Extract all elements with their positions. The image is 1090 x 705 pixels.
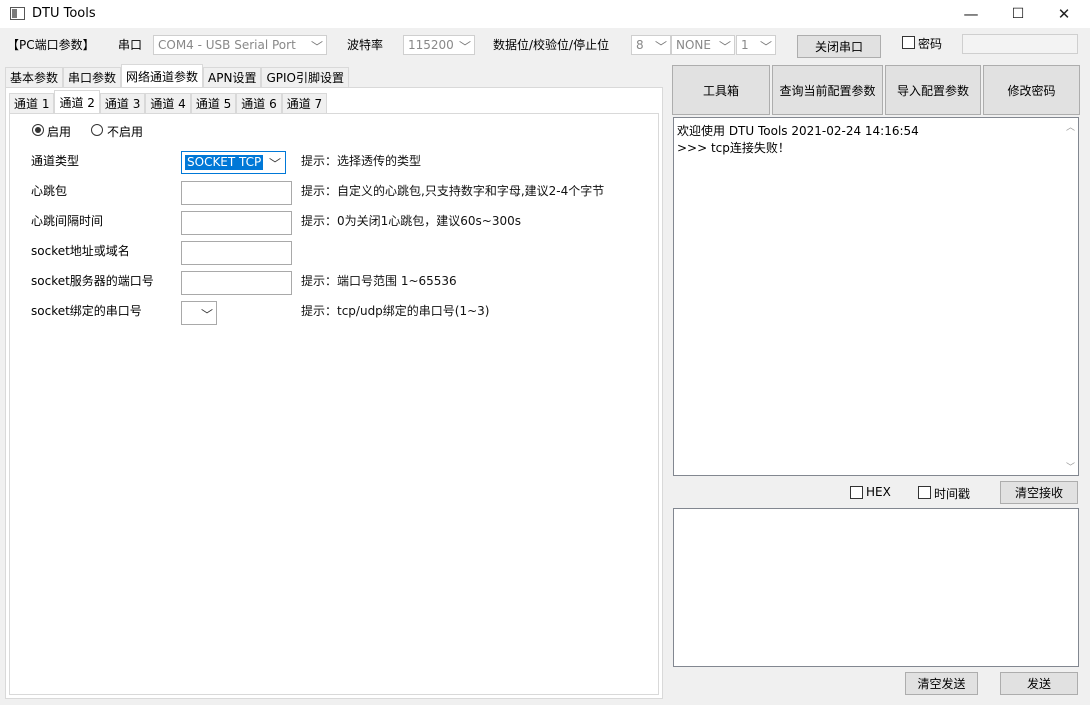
server-port-label: socket服务器的端口号 — [31, 274, 154, 288]
heartbeat-interval-label: 心跳间隔时间 — [31, 214, 104, 228]
channel-type-select[interactable]: SOCKET TCP ﹀ — [181, 151, 286, 174]
server-port-hint: 提示：端口号范围 1~65536 — [301, 274, 457, 288]
heartbeat-interval-input[interactable] — [181, 211, 292, 235]
chevron-down-icon: ﹀ — [759, 40, 772, 54]
heartbeat-interval-hint: 提示：0为关闭1心跳包，建议60s~300s — [301, 214, 522, 228]
maximize-icon[interactable]: ☐ — [995, 0, 1041, 28]
chevron-down-icon: ﹀ — [268, 157, 281, 171]
socket-address-input[interactable] — [181, 241, 292, 265]
tab-basic-params[interactable]: 基本参数 — [5, 67, 64, 87]
chevron-down-icon: ﹀ — [458, 40, 471, 54]
baud-select[interactable]: 115200 ﹀ — [403, 35, 475, 55]
tab-channel-5[interactable]: 通道 5 — [190, 93, 237, 113]
disable-radio-label: 不启用 — [107, 125, 144, 139]
clear-send-button[interactable]: 清空发送 — [905, 672, 978, 695]
tab-apn-settings[interactable]: APN设置 — [203, 67, 262, 87]
channel-2-panel — [9, 113, 659, 695]
tab-gpio-settings[interactable]: GPIO引脚设置 — [261, 67, 350, 87]
tab-network-channel-params[interactable]: 网络通道参数 — [121, 64, 204, 87]
tab-channel-7[interactable]: 通道 7 — [281, 93, 328, 113]
server-port-input[interactable] — [181, 271, 292, 295]
main-tab-bar: 基本参数 串口参数 网络通道参数 APN设置 GPIO引脚设置 — [5, 64, 350, 87]
heartbeat-hint: 提示：自定义的心跳包,只支持数字和字母,建议2-4个字节 — [301, 184, 605, 198]
tab-channel-3[interactable]: 通道 3 — [99, 93, 146, 113]
chevron-down-icon: ﹀ — [718, 40, 731, 54]
bind-serial-select[interactable]: ﹀ — [181, 301, 217, 325]
parity-select[interactable]: NONE ﹀ — [671, 35, 735, 55]
title-bar — [0, 0, 1090, 28]
tab-channel-4[interactable]: 通道 4 — [145, 93, 191, 113]
chevron-down-icon: ﹀ — [654, 40, 667, 54]
socket-address-label: socket地址或域名 — [31, 244, 130, 258]
close-icon[interactable]: ✕ — [1041, 0, 1087, 28]
data-bits-value: 8 — [636, 38, 644, 52]
pc-port-section-label: 【PC端口参数】 — [7, 38, 95, 52]
send-button[interactable]: 发送 — [1000, 672, 1078, 695]
channel-type-hint: 提示：选择透传的类型 — [301, 154, 422, 168]
query-config-button[interactable]: 查询当前配置参数 — [772, 65, 883, 115]
clear-receive-button[interactable]: 清空接收 — [1000, 481, 1078, 504]
bind-serial-label: socket绑定的串口号 — [31, 304, 142, 318]
heartbeat-input[interactable] — [181, 181, 292, 205]
password-field[interactable] — [962, 34, 1078, 54]
enable-radio-label: 启用 — [47, 125, 72, 139]
password-checkbox-label: 密码 — [918, 37, 943, 51]
password-checkbox[interactable] — [902, 36, 915, 49]
scroll-up-icon[interactable]: ︿ — [1066, 120, 1075, 133]
send-input[interactable] — [673, 508, 1079, 667]
receive-log-line: 欢迎使用 DTU Tools 2021-02-24 14:16:54 — [677, 124, 919, 138]
baud-select-value: 115200 — [408, 38, 454, 52]
tab-serial-params[interactable]: 串口参数 — [63, 67, 122, 87]
port-label: 串口 — [118, 38, 143, 52]
hex-checkbox-label: HEX — [866, 485, 891, 499]
parity-value: NONE — [676, 38, 711, 52]
stop-bits-select[interactable]: 1 ﹀ — [736, 35, 776, 55]
tab-channel-2[interactable]: 通道 2 — [54, 90, 100, 113]
window-title: DTU Tools — [32, 6, 96, 21]
chevron-down-icon: ﹀ — [310, 40, 323, 54]
baud-label: 波特率 — [347, 38, 384, 52]
tab-channel-6[interactable]: 通道 6 — [236, 93, 282, 113]
change-password-button[interactable]: 修改密码 — [983, 65, 1080, 115]
app-icon — [10, 7, 25, 20]
receive-log[interactable]: 欢迎使用 DTU Tools 2021-02-24 14:16:54 >>> t… — [673, 117, 1079, 476]
scroll-down-icon[interactable]: ﹀ — [1066, 460, 1075, 473]
import-config-button[interactable]: 导入配置参数 — [885, 65, 981, 115]
receive-log-line: >>> tcp连接失败！ — [677, 141, 790, 155]
tab-channel-1[interactable]: 通道 1 — [9, 93, 55, 113]
heartbeat-label: 心跳包 — [31, 184, 68, 198]
bind-serial-hint: 提示：tcp/udp绑定的串口号(1~3) — [301, 304, 490, 318]
hex-checkbox[interactable] — [850, 486, 863, 499]
chevron-down-icon: ﹀ — [200, 308, 213, 322]
enable-radio[interactable] — [32, 124, 44, 136]
port-select-value: COM4 - USB Serial Port — [158, 38, 296, 52]
channel-tab-bar: 通道 1 通道 2 通道 3 通道 4 通道 5 通道 6 通道 7 — [9, 90, 328, 113]
data-bits-select[interactable]: 8 ﹀ — [631, 35, 671, 55]
port-select[interactable]: COM4 - USB Serial Port ﹀ — [153, 35, 327, 55]
toolbox-button[interactable]: 工具箱 — [672, 65, 770, 115]
disable-radio[interactable] — [91, 124, 103, 136]
close-port-button[interactable]: 关闭串口 — [797, 35, 881, 58]
timestamp-checkbox[interactable] — [918, 486, 931, 499]
minimize-icon[interactable]: — — [948, 0, 994, 28]
timestamp-checkbox-label: 时间戳 — [934, 487, 971, 501]
stop-bits-value: 1 — [741, 38, 749, 52]
channel-type-value: SOCKET TCP — [185, 155, 264, 170]
channel-type-label: 通道类型 — [31, 154, 80, 168]
data-format-label: 数据位/校验位/停止位 — [493, 38, 610, 52]
